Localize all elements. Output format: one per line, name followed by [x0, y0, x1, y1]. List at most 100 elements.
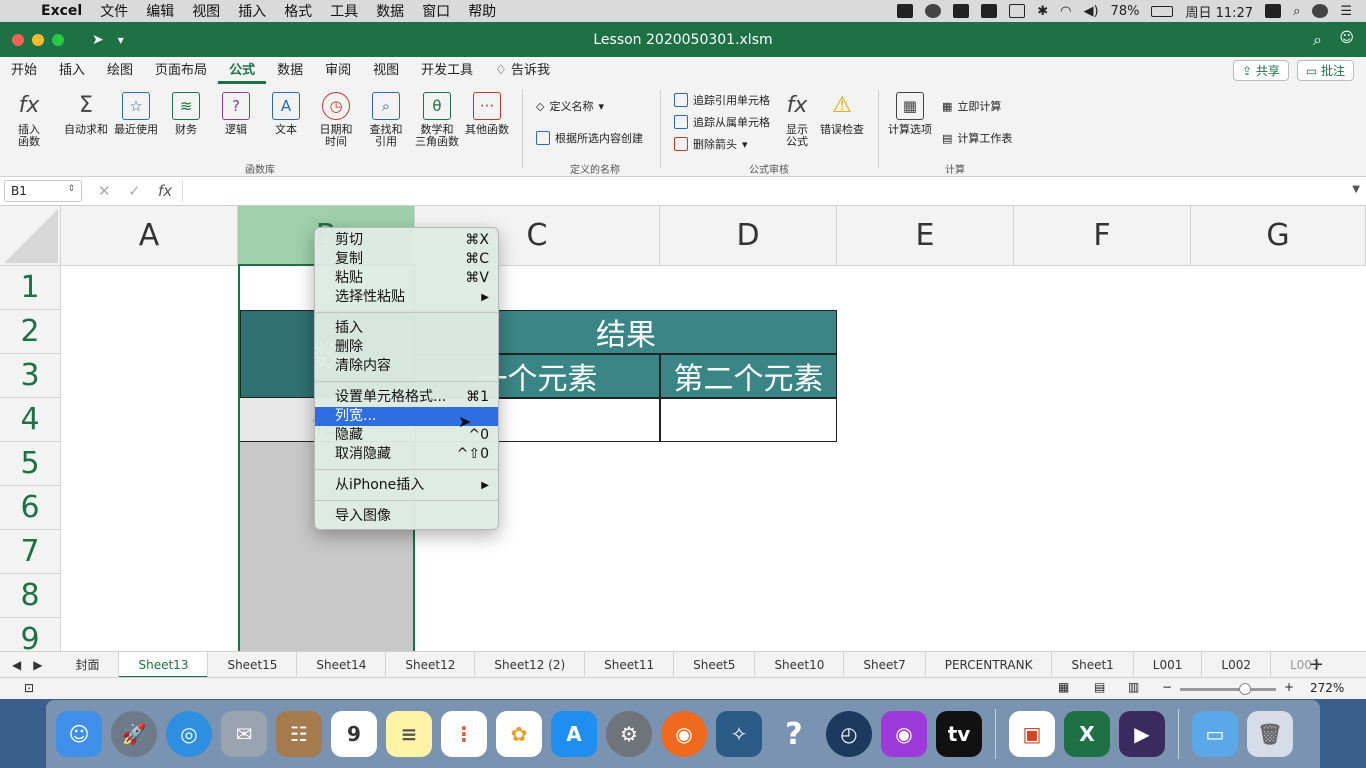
- calc-sheet-button[interactable]: ▤ 计算工作表: [942, 130, 1012, 146]
- sheet-tab[interactable]: Sheet1: [1052, 651, 1134, 678]
- menu-help[interactable]: 帮助: [459, 1, 505, 21]
- page-layout-view-icon[interactable]: ▤: [1094, 680, 1105, 694]
- siri-icon[interactable]: [1312, 4, 1329, 18]
- system-preferences-icon[interactable]: ⚙: [606, 711, 652, 757]
- close-window-button[interactable]: [12, 33, 24, 46]
- grid-tray-icon[interactable]: [981, 4, 998, 18]
- user-icon[interactable]: ☺: [1339, 30, 1354, 46]
- search-icon[interactable]: ⌕: [1313, 30, 1322, 50]
- sheet-tab[interactable]: 封面: [56, 651, 120, 678]
- tab-data[interactable]: 数据: [266, 57, 314, 84]
- page-break-view-icon[interactable]: ▥: [1128, 680, 1139, 694]
- comments-button[interactable]: ▭ 批注: [1296, 60, 1354, 81]
- tab-draw[interactable]: 绘图: [96, 57, 144, 84]
- bluetooth-icon[interactable]: ✱: [1037, 4, 1048, 19]
- notes-icon[interactable]: ≡: [386, 711, 432, 757]
- logical-button[interactable]: ? 逻辑: [218, 92, 254, 136]
- cell-d3[interactable]: 第二个元素: [660, 354, 837, 398]
- calc-now-button[interactable]: ▦ 立即计算: [942, 98, 1001, 114]
- sheet-tab[interactable]: Sheet12 (2): [475, 651, 586, 678]
- time-machine-icon[interactable]: ◴: [826, 711, 872, 757]
- zoom-slider[interactable]: [1180, 683, 1276, 695]
- menu-item-copy[interactable]: 复制 ⌘C: [315, 250, 498, 269]
- wifi-icon[interactable]: ◠: [1060, 4, 1071, 19]
- sheet-tab[interactable]: Sheet14: [297, 651, 387, 678]
- app-tray-icon[interactable]: [953, 4, 970, 18]
- formula-input[interactable]: [182, 180, 1346, 202]
- volume-icon[interactable]: ◀): [1083, 4, 1098, 19]
- sheet-tab[interactable]: Sheet7: [844, 651, 926, 678]
- minimize-window-button[interactable]: [32, 33, 44, 46]
- app-store-icon[interactable]: A: [551, 711, 597, 757]
- menu-item-paste[interactable]: 粘贴 ⌘V: [315, 269, 498, 288]
- column-header-g[interactable]: G: [1191, 206, 1366, 266]
- menu-item-import-image[interactable]: 导入图像: [315, 507, 498, 526]
- cloud-icon[interactable]: [925, 4, 942, 18]
- normal-view-icon[interactable]: ▦: [1058, 680, 1069, 694]
- column-header-a[interactable]: A: [61, 206, 238, 266]
- recent-button[interactable]: ☆ 最近使用: [113, 92, 159, 136]
- battery-icon[interactable]: [1151, 5, 1174, 17]
- share-button[interactable]: ⇪ 共享: [1232, 60, 1289, 81]
- reminders-icon[interactable]: ⋮: [441, 711, 487, 757]
- zoom-window-button[interactable]: [52, 33, 64, 46]
- autosum-button[interactable]: Σ 自动求和: [62, 92, 110, 136]
- row-header-1[interactable]: 1: [0, 266, 61, 310]
- trace-dependents-button[interactable]: 追踪从属单元格: [674, 114, 770, 130]
- menu-item-clear-contents[interactable]: 清除内容: [315, 357, 498, 376]
- cancel-icon[interactable]: ✕: [98, 182, 111, 200]
- sheet-tab[interactable]: Sheet5: [674, 651, 756, 678]
- help-icon[interactable]: ?: [771, 711, 817, 757]
- row-header-3[interactable]: 3: [0, 354, 61, 398]
- math-button[interactable]: θ 数学和 三角函数: [414, 92, 460, 148]
- s-tray-icon[interactable]: [1265, 4, 1282, 18]
- downloads-folder-icon[interactable]: ▭: [1192, 711, 1238, 757]
- video-editor-icon[interactable]: ▶: [1119, 711, 1165, 757]
- podcasts-icon[interactable]: ◉: [881, 711, 927, 757]
- row-header-7[interactable]: 7: [0, 530, 61, 574]
- prev-sheet-icon[interactable]: ◀: [0, 658, 27, 672]
- menu-item-format-cells[interactable]: 设置单元格格式... ⌘1: [315, 388, 498, 407]
- more-functions-button[interactable]: ··· 其他函数: [464, 92, 510, 136]
- sheet-tab[interactable]: Sheet15: [208, 651, 298, 678]
- calc-options-button[interactable]: ▦ 计算选项: [888, 92, 932, 136]
- calendar-icon[interactable]: 9: [331, 711, 377, 757]
- tab-insert[interactable]: 插入: [48, 57, 96, 84]
- mail-bird-icon[interactable]: ✉: [221, 711, 267, 757]
- airplay-icon[interactable]: [1009, 4, 1026, 18]
- menu-item-delete[interactable]: 删除: [315, 338, 498, 357]
- zoom-in-icon[interactable]: +: [1284, 680, 1294, 694]
- expand-formula-icon[interactable]: ▼: [1352, 184, 1360, 195]
- sheet-tab[interactable]: L003: [1271, 652, 1339, 678]
- tab-formulas[interactable]: 公式: [218, 57, 267, 84]
- sheet-tab[interactable]: Sheet12: [386, 651, 476, 678]
- cell-d4[interactable]: [660, 398, 837, 442]
- row-header-6[interactable]: 6: [0, 486, 61, 530]
- trace-precedents-button[interactable]: 追踪引用单元格: [674, 92, 770, 108]
- tab-page-layout[interactable]: 页面布局: [144, 57, 218, 84]
- sheet-tab[interactable]: Sheet10: [755, 651, 845, 678]
- lookup-button[interactable]: ⌕ 查找和 引用: [366, 92, 406, 148]
- menu-file[interactable]: 文件: [91, 1, 137, 21]
- sheet-tab[interactable]: L001: [1134, 651, 1203, 678]
- row-header-8[interactable]: 8: [0, 574, 61, 618]
- menu-item-cut[interactable]: 剪切 ⌘X: [315, 231, 498, 250]
- enter-icon[interactable]: ✓: [128, 182, 141, 200]
- column-header-e[interactable]: E: [837, 206, 1014, 266]
- mysql-icon[interactable]: ✧: [716, 711, 762, 757]
- clock[interactable]: 周日 11:27: [1185, 2, 1253, 21]
- remove-arrows-button[interactable]: 删除箭头 ▾: [674, 136, 748, 152]
- tab-review[interactable]: 审阅: [314, 57, 362, 84]
- zoom-slider-thumb[interactable]: [1239, 683, 1252, 695]
- zoom-level[interactable]: 272%: [1310, 681, 1344, 695]
- column-header-d[interactable]: D: [660, 206, 837, 266]
- customize-toolbar-icon[interactable]: ▾: [118, 33, 124, 47]
- finder-icon[interactable]: ☺: [56, 711, 102, 757]
- fx-button[interactable]: fx: [158, 182, 172, 200]
- notification-center-icon[interactable]: ☰: [1340, 4, 1352, 19]
- create-from-selection-button[interactable]: 根据所选内容创建: [536, 130, 643, 146]
- define-name-button[interactable]: ◇ 定义名称 ▾: [536, 98, 604, 114]
- row-header-4[interactable]: 4: [0, 398, 61, 442]
- datetime-button[interactable]: ◷ 日期和 时间: [316, 92, 356, 148]
- contacts-icon[interactable]: ☷: [276, 711, 322, 757]
